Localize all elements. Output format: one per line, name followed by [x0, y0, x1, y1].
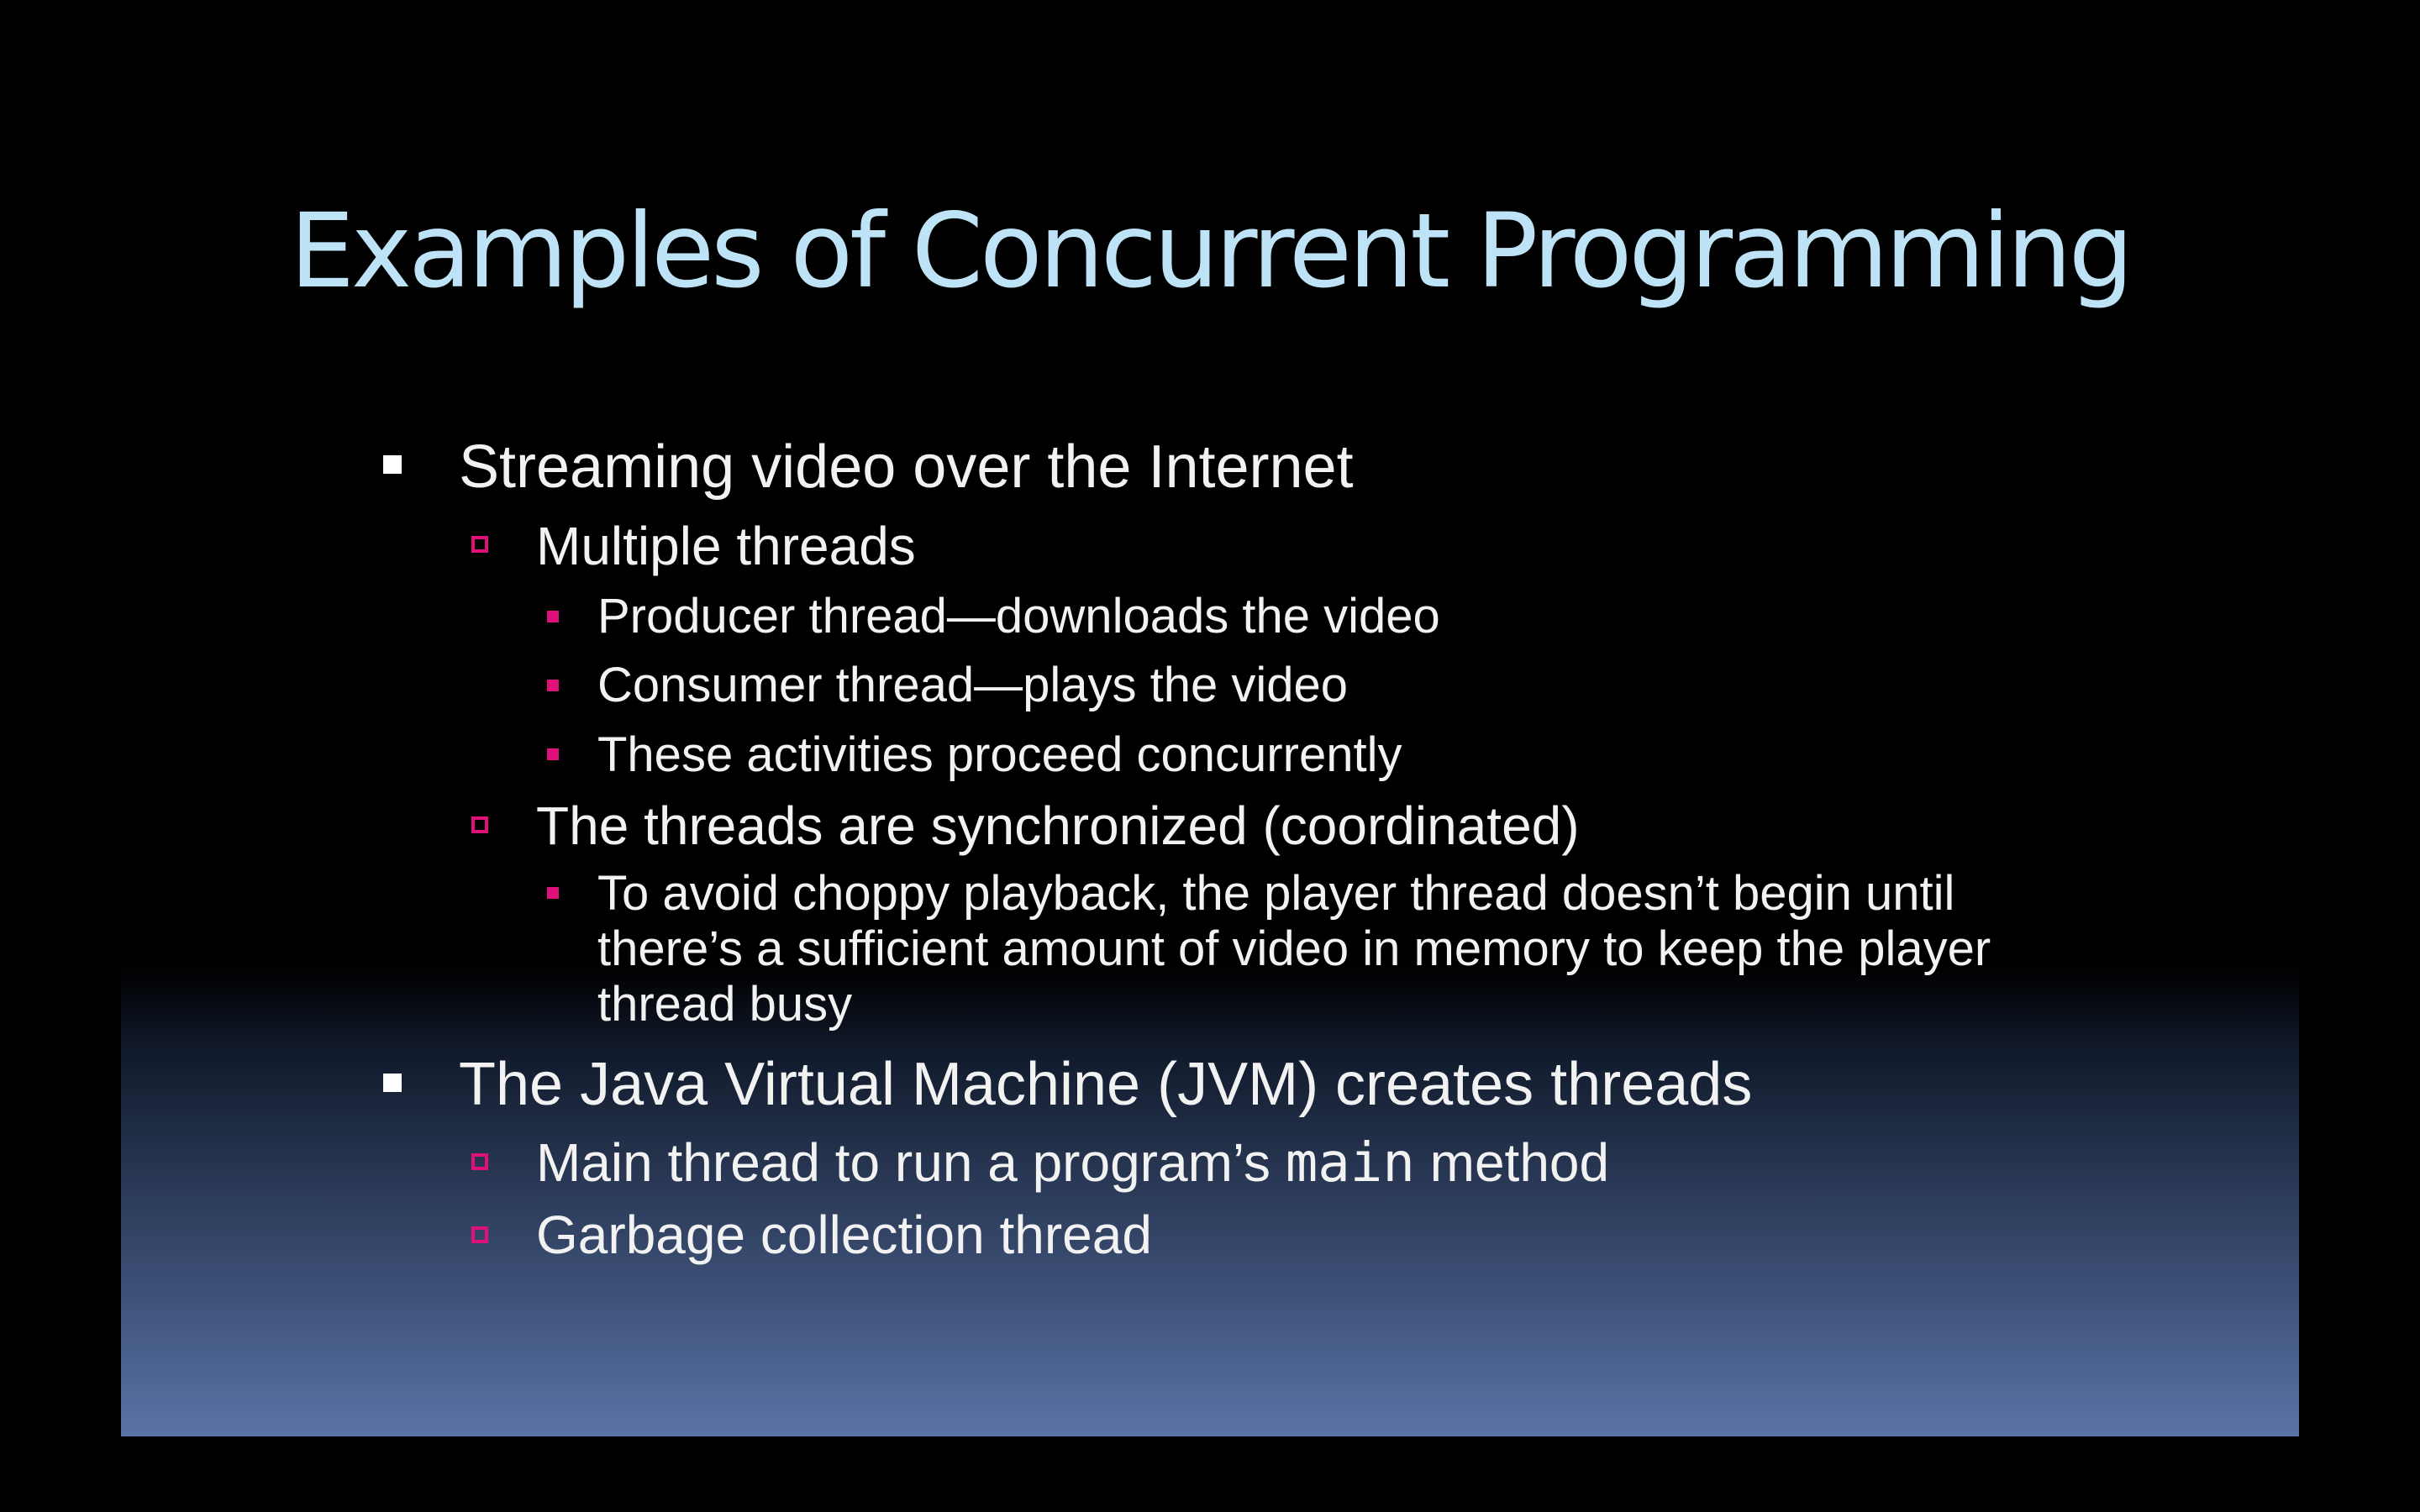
bullet-main-thread: Main thread to run a program’s main meth…	[536, 1136, 1609, 1190]
bullet-streaming-video: Streaming video over the Internet	[459, 433, 1354, 501]
main-thread-text-post: method	[1414, 1132, 1610, 1193]
small-square-bullet-icon	[547, 748, 559, 760]
small-square-bullet-icon	[547, 611, 559, 622]
main-thread-text-pre: Main thread to run a program’s	[536, 1132, 1286, 1193]
bullet-producer-thread: Producer thread—downloads the video	[597, 589, 1440, 643]
square-bullet-icon	[383, 455, 402, 474]
hollow-square-bullet-icon	[471, 1153, 488, 1170]
small-square-bullet-icon	[547, 887, 559, 899]
bullet-activities-concurrent: These activities proceed concurrently	[597, 727, 1402, 782]
bullet-multiple-threads: Multiple threads	[536, 516, 916, 576]
bullet-avoid-choppy-line3: thread busy	[597, 977, 853, 1032]
square-bullet-icon	[383, 1074, 402, 1092]
bullet-list: Streaming video over the Internet Multip…	[0, 0, 2420, 1512]
bullet-consumer-thread: Consumer thread—plays the video	[597, 658, 1349, 712]
slide: Examples of Concurrent Programming Strea…	[0, 0, 2420, 1512]
hollow-square-bullet-icon	[471, 1226, 488, 1243]
small-square-bullet-icon	[547, 680, 559, 691]
bullet-avoid-choppy-line1: To avoid choppy playback, the player thr…	[597, 866, 1955, 921]
bullet-avoid-choppy-line2: there’s a sufficient amount of video in …	[597, 921, 1991, 976]
main-method-code: main	[1285, 1132, 1415, 1194]
bullet-garbage-collection: Garbage collection thread	[536, 1205, 1152, 1265]
hollow-square-bullet-icon	[471, 536, 488, 553]
bullet-threads-synchronized: The threads are synchronized (coordinate…	[536, 795, 1580, 856]
bullet-jvm-creates-threads: The Java Virtual Machine (JVM) creates t…	[459, 1051, 1753, 1118]
hollow-square-bullet-icon	[471, 816, 488, 833]
